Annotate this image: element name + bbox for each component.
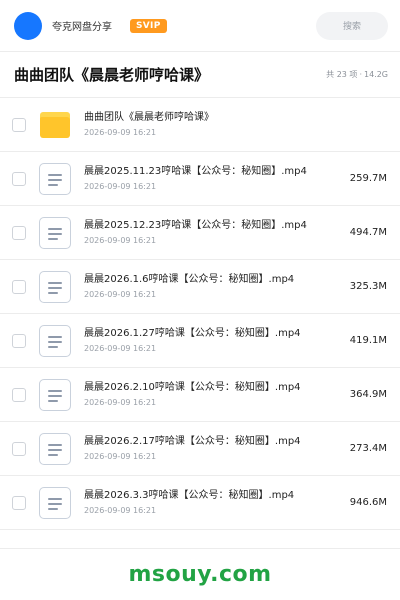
file-size: 325.3M (349, 281, 387, 292)
row-checkbox[interactable] (12, 441, 26, 456)
app-brand: 夸克网盘分享 (52, 22, 112, 33)
list-item[interactable]: 晨晨2025.11.23哼哈课【公众号：秘知圈】.mp4 2026-09-09 … (0, 152, 400, 206)
file-date: 2026-09-09 16:21 (84, 398, 157, 407)
app-header: 夸克网盘分享 SVIP 搜索 (0, 0, 400, 52)
list-item[interactable]: 晨晨2025.12.23哼哈课【公众号：秘知圈】.mp4 2026-09-09 … (0, 206, 400, 260)
file-size: 259.7M (349, 173, 387, 184)
row-checkbox[interactable] (12, 117, 26, 132)
row-checkbox[interactable] (12, 279, 26, 294)
list-item[interactable]: 晨晨2026.2.17哼哈课【公众号：秘知圈】.mp4 2026-09-09 1… (0, 422, 400, 476)
list-item[interactable]: 晨晨2026.3.3哼哈课【公众号：秘知圈】.mp4 2026-09-09 16… (0, 476, 400, 530)
file-size: 419.1M (349, 335, 387, 346)
document-icon (38, 432, 72, 466)
file-name[interactable]: 晨晨2026.1.27哼哈课【公众号：秘知圈】.mp4 (84, 327, 316, 341)
file-list: 曲曲团队《晨晨老师哼哈课》 2026-09-09 16:21 晨晨2025.11… (0, 98, 400, 530)
document-icon (38, 162, 72, 196)
file-name[interactable]: 晨晨2026.1.6哼哈课【公众号：秘知圈】.mp4 (84, 273, 316, 287)
file-name[interactable]: 晨晨2026.3.3哼哈课【公众号：秘知圈】.mp4 (84, 489, 316, 503)
file-date: 2026-09-09 16:21 (84, 506, 157, 515)
file-date: 2026-09-09 16:21 (84, 128, 157, 137)
folder-icon (38, 108, 72, 142)
folder-summary: 共 23 项 · 14.2G (326, 69, 388, 80)
file-date: 2026-09-09 16:21 (84, 182, 157, 191)
file-size: 946.6M (349, 497, 387, 508)
row-checkbox[interactable] (12, 171, 26, 186)
list-item[interactable]: 晨晨2026.2.10哼哈课【公众号：秘知圈】.mp4 2026-09-09 1… (0, 368, 400, 422)
file-name[interactable]: 晨晨2026.2.10哼哈课【公众号：秘知圈】.mp4 (84, 381, 316, 395)
watermark-bar: msouy.com (0, 548, 400, 600)
list-item[interactable]: 晨晨2026.1.6哼哈课【公众号：秘知圈】.mp4 2026-09-09 16… (0, 260, 400, 314)
file-name[interactable]: 晨晨2025.11.23哼哈课【公众号：秘知圈】.mp4 (84, 165, 316, 179)
item-count: 共 23 项 (326, 70, 358, 79)
row-checkbox[interactable] (12, 225, 26, 240)
row-checkbox[interactable] (12, 495, 26, 510)
file-name[interactable]: 晨晨2025.12.23哼哈课【公众号：秘知圈】.mp4 (84, 219, 316, 233)
avatar[interactable] (14, 11, 42, 40)
document-icon (38, 216, 72, 250)
file-size: 364.9M (349, 389, 387, 400)
row-checkbox[interactable] (12, 333, 26, 348)
file-date: 2026-09-09 16:21 (84, 236, 157, 245)
document-icon (38, 270, 72, 304)
file-date: 2026-09-09 16:21 (84, 344, 157, 353)
watermark: msouy.com (128, 562, 272, 587)
list-item[interactable]: 晨晨2026.1.27哼哈课【公众号：秘知圈】.mp4 2026-09-09 1… (0, 314, 400, 368)
summary-separator: · (359, 70, 362, 79)
file-date: 2026-09-09 16:21 (84, 452, 157, 461)
search-input[interactable]: 搜索 (316, 11, 388, 40)
folder-title-bar: 曲曲团队《晨晨老师哼哈课》 共 23 项 · 14.2G (0, 52, 400, 98)
svip-badge: SVIP (130, 18, 167, 33)
document-icon (38, 378, 72, 412)
file-size: 494.7M (349, 227, 387, 238)
page-title: 曲曲团队《晨晨老师哼哈课》 (14, 66, 210, 84)
file-name[interactable]: 曲曲团队《晨晨老师哼哈课》 (84, 111, 316, 125)
row-checkbox[interactable] (12, 387, 26, 402)
total-size: 14.2G (363, 70, 388, 79)
file-date: 2026-09-09 16:21 (84, 290, 157, 299)
file-size: 273.4M (349, 443, 387, 454)
document-icon (38, 324, 72, 358)
file-name[interactable]: 晨晨2026.2.17哼哈课【公众号：秘知圈】.mp4 (84, 435, 316, 449)
document-icon (38, 486, 72, 520)
list-item[interactable]: 曲曲团队《晨晨老师哼哈课》 2026-09-09 16:21 (0, 98, 400, 152)
